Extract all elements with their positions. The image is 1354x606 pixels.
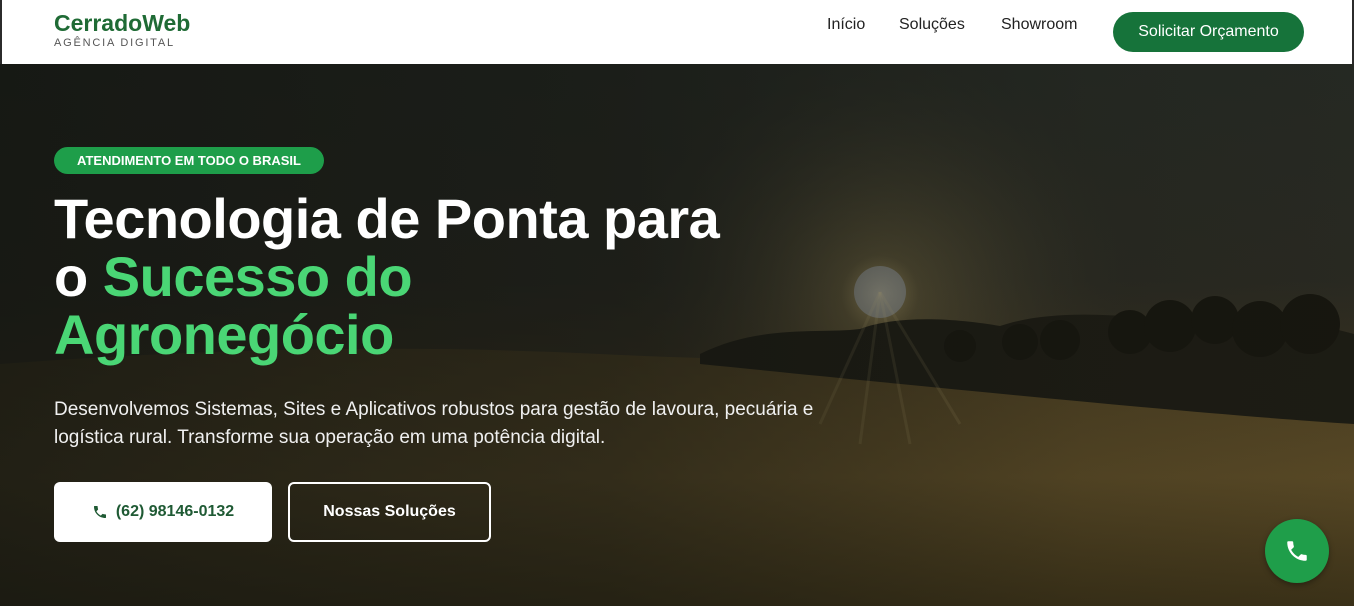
solutions-button[interactable]: Nossas Soluções xyxy=(288,482,491,542)
logo[interactable]: CerradoWeb AGÊNCIA DIGITAL xyxy=(54,10,190,50)
logo-title: CerradoWeb xyxy=(54,10,191,36)
nav-link-inicio[interactable]: Início xyxy=(827,15,865,35)
headline-line-2-accent: Sucesso do xyxy=(102,245,413,308)
phone-button-label: (62) 98146-0132 xyxy=(115,503,235,520)
floating-phone-button[interactable] xyxy=(1265,519,1329,583)
headline-line-3-accent: Agronegócio xyxy=(54,303,394,366)
nav-link-solucoes[interactable]: Soluções xyxy=(899,15,965,35)
headline-line-1: Tecnologia de Ponta para xyxy=(54,187,720,250)
request-quote-button[interactable]: Solicitar Orçamento xyxy=(1113,12,1304,52)
hero-headline: Tecnologia de Ponta para o Sucesso do Ag… xyxy=(54,190,854,364)
hero-description: Desenvolvemos Sistemas, Sites e Aplicati… xyxy=(54,399,814,448)
logo-subtitle: AGÊNCIA DIGITAL xyxy=(54,37,175,49)
coverage-badge: ATENDIMENTO EM TODO O BRASIL xyxy=(54,147,324,174)
headline-line-2-prefix: o xyxy=(54,245,103,308)
site-header: CerradoWeb AGÊNCIA DIGITAL Início Soluçõ… xyxy=(0,0,1354,64)
hero-section: ATENDIMENTO EM TODO O BRASIL Tecnologia … xyxy=(0,64,1354,606)
phone-button[interactable]: (62) 98146-0132 xyxy=(54,482,272,542)
phone-icon xyxy=(1287,541,1307,561)
nav-link-showroom[interactable]: Showroom xyxy=(1001,15,1077,35)
phone-icon xyxy=(93,506,106,518)
